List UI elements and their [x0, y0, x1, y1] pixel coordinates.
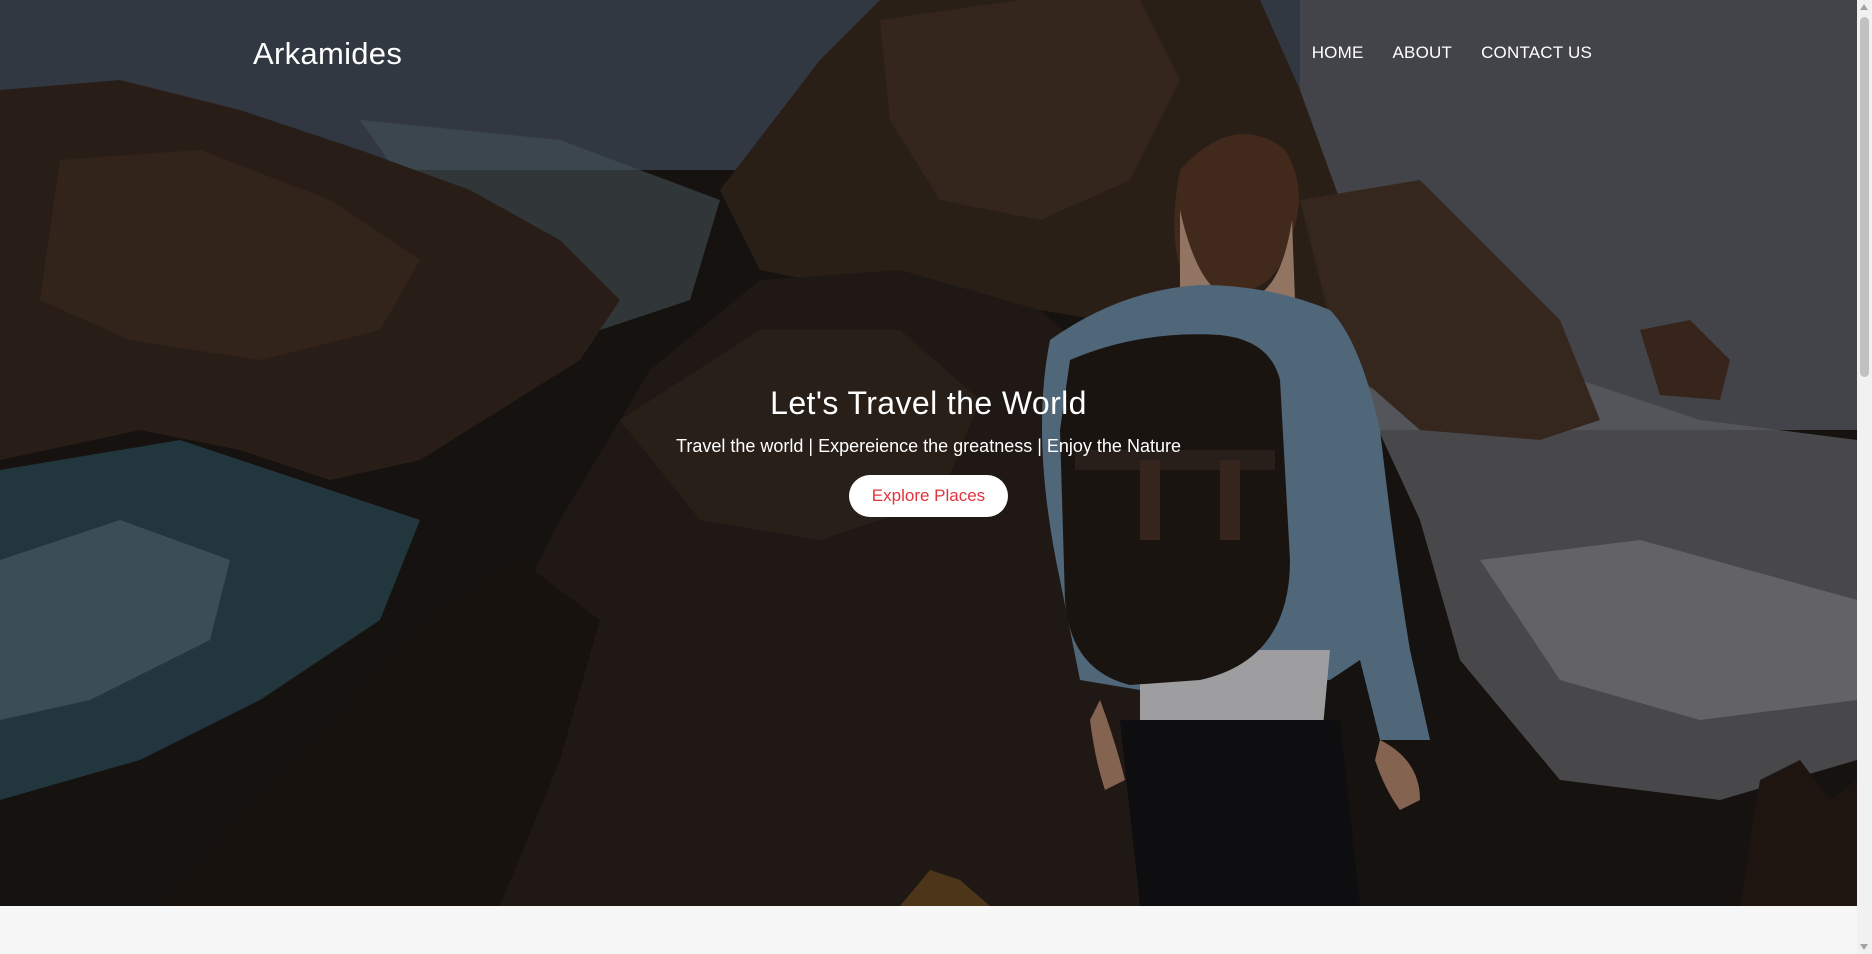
vertical-scrollbar[interactable]: [1857, 0, 1872, 954]
explore-places-button[interactable]: Explore Places: [848, 475, 1009, 517]
top-navigation: Arkamides HOME ABOUT CONTACT US: [0, 0, 1857, 110]
nav-link-home[interactable]: HOME: [1312, 43, 1364, 63]
scroll-down-arrow-icon[interactable]: [1860, 944, 1868, 950]
page: Arkamides HOME ABOUT CONTACT US Let's Tr…: [0, 0, 1872, 954]
scroll-up-arrow-icon[interactable]: [1860, 4, 1868, 10]
next-section: [0, 906, 1857, 954]
scrollbar-thumb[interactable]: [1860, 17, 1869, 377]
hero-section: Arkamides HOME ABOUT CONTACT US Let's Tr…: [0, 0, 1857, 906]
hero-content: Let's Travel the World Travel the world …: [0, 385, 1857, 517]
hero-tagline: Travel the world | Expereience the great…: [676, 436, 1181, 456]
brand-logo-text[interactable]: Arkamides: [253, 36, 402, 72]
nav-menu: HOME ABOUT CONTACT US: [1312, 43, 1592, 63]
nav-link-about[interactable]: ABOUT: [1393, 43, 1453, 63]
hero-headline: Let's Travel the World: [770, 385, 1087, 421]
nav-link-contact-us[interactable]: CONTACT US: [1481, 43, 1592, 63]
